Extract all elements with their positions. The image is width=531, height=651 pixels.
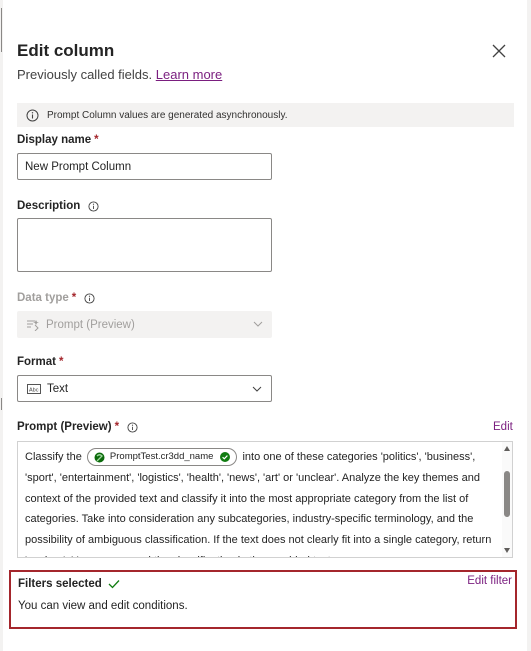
scroll-up-arrow-icon[interactable] (504, 446, 510, 451)
svg-text:Abc: Abc (29, 387, 39, 393)
info-icon[interactable] (84, 292, 95, 304)
info-icon[interactable] (88, 200, 99, 212)
info-message-bar: Prompt Column values are generated async… (17, 103, 514, 127)
data-type-label: Data type * (17, 292, 95, 304)
text-format-icon: Abc (27, 383, 41, 394)
display-name-label: Display name * (17, 134, 99, 146)
panel-subtitle: Previously called fields. Learn more (17, 67, 222, 82)
prompt-label: Prompt (Preview) * (17, 421, 138, 433)
display-name-input[interactable]: New Prompt Column (17, 153, 272, 180)
display-name-value: New Prompt Column (25, 160, 132, 173)
close-icon[interactable] (490, 42, 508, 60)
subtitle-text: Previously called fields. (17, 67, 153, 82)
format-value: Text (47, 382, 69, 395)
format-label-text: Format (17, 356, 56, 368)
info-circle-icon (26, 109, 39, 121)
left-panel-edge (0, 0, 3, 651)
required-mark: * (71, 292, 77, 304)
prompt-icon (27, 319, 39, 331)
data-type-value: Prompt (Preview) (46, 318, 135, 331)
required-mark: * (94, 134, 99, 146)
description-label: Description (17, 200, 99, 212)
format-label: Format * (17, 356, 63, 368)
prompt-label-text: Prompt (Preview) (17, 421, 112, 433)
display-name-label-text: Display name (17, 134, 92, 146)
data-type-select: Prompt (Preview) (17, 311, 272, 338)
filters-section: Filters selected You can view and edit c… (9, 570, 517, 629)
description-textarea[interactable] (17, 218, 272, 272)
learn-more-link[interactable]: Learn more (156, 67, 222, 82)
required-mark: * (58, 356, 64, 368)
scroll-down-arrow-icon[interactable] (504, 548, 510, 553)
filters-title: Filters selected (18, 578, 120, 590)
prompt-scrollbar[interactable] (502, 442, 512, 557)
chip-label: PromptTest.cr3dd_name (109, 450, 214, 462)
prompt-text-box[interactable]: Classify the PromptTest.cr3dd_name into … (17, 441, 513, 558)
panel-title: Edit column (17, 41, 115, 60)
filters-description: You can view and edit conditions. (18, 600, 188, 612)
check-circle-icon (220, 452, 231, 463)
dataverse-icon (94, 452, 105, 463)
format-select[interactable]: Abc Text (17, 375, 272, 402)
prompt-text: Classify the PromptTest.cr3dd_name into … (25, 447, 503, 557)
info-icon[interactable] (127, 421, 138, 433)
checkmark-icon (108, 580, 120, 589)
scrollbar-thumb[interactable] (504, 471, 510, 517)
data-type-label-text: Data type (17, 292, 69, 304)
dataverse-column-chip[interactable]: PromptTest.cr3dd_name (86, 448, 238, 467)
chevron-down-icon (253, 321, 263, 327)
right-panel-edge (527, 0, 531, 651)
info-message-text: Prompt Column values are generated async… (47, 109, 288, 121)
edit-filter-link[interactable]: Edit filter (467, 575, 512, 587)
prompt-text-before: Classify the (25, 451, 82, 463)
required-mark: * (114, 421, 120, 433)
prompt-text-after: into one of these categories 'politics',… (25, 451, 492, 557)
prompt-edit-link[interactable]: Edit (493, 421, 513, 433)
description-label-text: Description (17, 200, 81, 212)
filters-title-text: Filters selected (18, 578, 102, 590)
chevron-down-icon (252, 386, 262, 392)
